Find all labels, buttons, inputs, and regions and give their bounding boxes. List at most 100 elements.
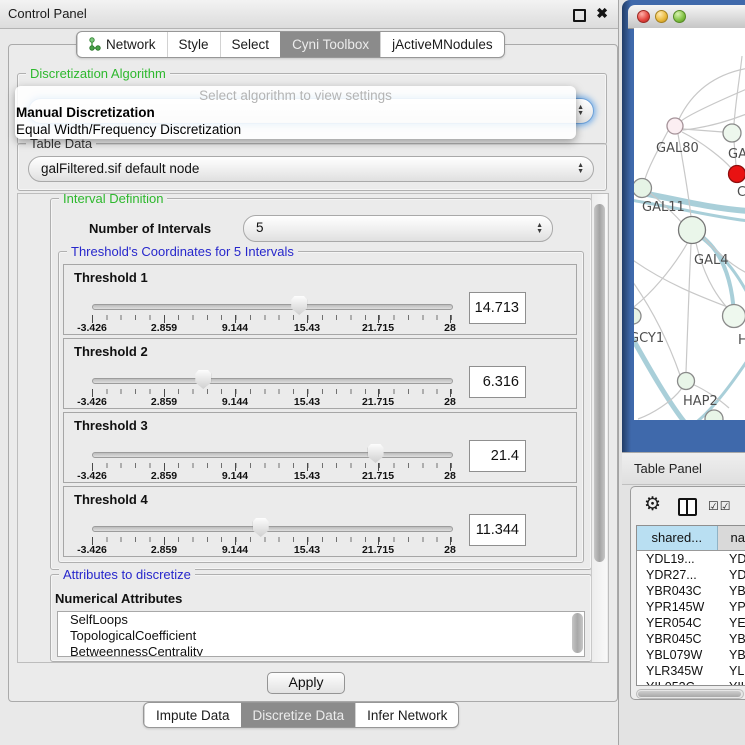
slider-minor-ticks [92,537,452,542]
table-row[interactable]: YDL19... YDL1 [637,551,745,567]
table-row[interactable]: YPR145W YPR1 [637,599,745,615]
column-header-shared-name[interactable]: shared... [637,526,718,550]
minimize-traffic-light[interactable] [655,10,668,23]
node-label: HAP2 [683,394,718,409]
node-label: GAL11 [642,200,685,215]
bottom-tab[interactable]: Discretize Data [241,703,356,727]
slider-track[interactable] [92,304,453,310]
table-row[interactable]: YLR345W YLR3 [637,663,745,679]
table-row[interactable]: YIL052C YIL0 [637,679,745,686]
cell-shared-name[interactable]: YIL052C [637,679,719,686]
attribute-item[interactable]: SelfLoops [58,612,584,628]
table-row[interactable]: YDR27... YDR2 [637,567,745,583]
combo-arrows-icon: ▲▼ [577,163,584,175]
hscrollbar-thumb[interactable] [638,691,741,697]
cell-shared-name[interactable]: YDR27... [637,567,719,583]
table-row[interactable]: YBR045C YBR0 [637,631,745,647]
interval-definition-group: Interval Definition Number of Intervals … [50,198,592,570]
cell-name[interactable]: YBR0 [719,631,745,647]
attribute-item[interactable]: BetweennessCentrality [58,644,584,657]
columns-icon[interactable] [678,498,697,516]
cell-shared-name[interactable]: YPR145W [637,599,719,615]
node-gal4[interactable] [679,217,706,244]
node-gcy1[interactable] [634,308,641,324]
top-tab[interactable]: Style [167,32,220,57]
threshold-panel: Threshold 3 -3.426 2.859 9.144 15.43 [63,412,577,483]
table-hscrollbar[interactable] [636,689,744,699]
node-selected-red[interactable] [729,166,745,183]
column-header-name[interactable]: na [718,526,745,550]
cell-name[interactable]: YDR2 [719,567,745,583]
cell-shared-name[interactable]: YER054C [637,615,719,631]
close-icon[interactable]: ✖ [596,5,608,22]
node-label: GAL4 [694,253,728,268]
slider-thumb[interactable] [253,518,269,537]
threshold-value-field[interactable]: 6.316 [469,366,526,398]
slider-thumb[interactable] [368,444,384,463]
top-tabstrip: Network Style Select Cyni Toolbox [76,31,505,58]
threshold-value-field[interactable]: 14.713 [469,292,526,324]
network-graph: GAL80 GA C GAL11 GAL4 GCY1 H HAP2 [634,28,745,420]
select-checkboxes-icon[interactable]: ☑☑ [708,499,732,513]
float-window-icon[interactable] [573,9,586,22]
list-scrollbar[interactable] [572,613,583,653]
top-tab[interactable]: Cyni Toolbox [280,32,380,57]
node-hap2[interactable] [678,373,695,390]
node-ga[interactable] [723,124,741,142]
threshold-value-field[interactable]: 11.344 [469,514,526,546]
cyni-toolbox-pane: Discretization Algorithm ▲▼ Table Data g… [8,44,618,702]
top-tab[interactable]: Select [220,32,281,57]
top-tab[interactable]: Network [77,32,167,57]
slider-track[interactable] [92,378,453,384]
cell-name[interactable]: YER0 [719,615,745,631]
table-row[interactable]: YER054C YER0 [637,615,745,631]
cell-shared-name[interactable]: YDL19... [637,551,719,567]
threshold-value-field[interactable]: 21.4 [469,440,526,472]
number-of-intervals-select[interactable]: 5 ▲▼ [243,215,553,242]
algorithm-dropdown-popup: Select algorithm to view settings Manual… [15,86,576,139]
cell-shared-name[interactable]: YBL079W [637,647,719,663]
cell-name[interactable]: YLR3 [719,663,745,679]
node-h[interactable] [723,305,745,328]
table-data-group: Table Data galFiltered.sif default node … [17,143,607,191]
top-tab-label: Select [232,33,270,56]
table-panel-titlebar: Table Panel [622,452,745,485]
popup-option-manual-discretization[interactable]: Manual Discretization [16,105,155,120]
apply-button[interactable]: Apply [267,672,345,694]
cell-name[interactable]: YPR1 [719,599,745,615]
settings-scrollpane: Interval Definition Number of Intervals … [17,193,609,663]
popup-option-equal-width-frequency[interactable]: Equal Width/Frequency Discretization [16,122,241,137]
bottom-tab[interactable]: Impute Data [144,703,241,727]
attribute-item[interactable]: TopologicalCoefficient [58,628,584,644]
close-traffic-light[interactable] [637,10,650,23]
settings-scrollbar[interactable] [591,194,607,662]
table-data-select[interactable]: galFiltered.sif default node ▲▼ [28,156,594,182]
cell-shared-name[interactable]: YBR043C [637,583,719,599]
gear-icon[interactable]: ⚙ [644,493,661,516]
table-panel: ⚙ ☑☑ shared... na YDL19... YDL1 YDR27...… [630,486,745,700]
cell-name[interactable]: YDL1 [719,551,745,567]
node-gal11[interactable] [634,179,652,198]
slider-track[interactable] [92,526,453,532]
slider-thumb[interactable] [291,296,307,315]
zoom-traffic-light[interactable] [673,10,686,23]
cell-name[interactable]: YBL0 [719,647,745,663]
slider-thumb[interactable] [195,370,211,389]
table-header-row: shared... na [637,526,745,551]
slider-track[interactable] [92,452,453,458]
control-panel: Control Panel ✖ Network Style Select [0,0,619,745]
node-gal80[interactable] [667,118,683,134]
combo-arrows-icon: ▲▼ [577,105,584,117]
top-tab-label: Network [106,33,156,56]
cell-shared-name[interactable]: YBR045C [637,631,719,647]
cell-shared-name[interactable]: YLR345W [637,663,719,679]
top-tab[interactable]: jActiveMNodules [380,32,504,57]
cell-name[interactable]: YBR0 [719,583,745,599]
top-tab-label: Cyni Toolbox [292,33,369,56]
bottom-tab[interactable]: Infer Network [355,703,458,727]
table-row[interactable]: YBR043C YBR0 [637,583,745,599]
network-canvas[interactable]: GAL80 GA C GAL11 GAL4 GCY1 H HAP2 [634,28,745,420]
table-row[interactable]: YBL079W YBL0 [637,647,745,663]
scrollbar-thumb[interactable] [594,204,605,562]
cell-name[interactable]: YIL0 [719,679,745,686]
